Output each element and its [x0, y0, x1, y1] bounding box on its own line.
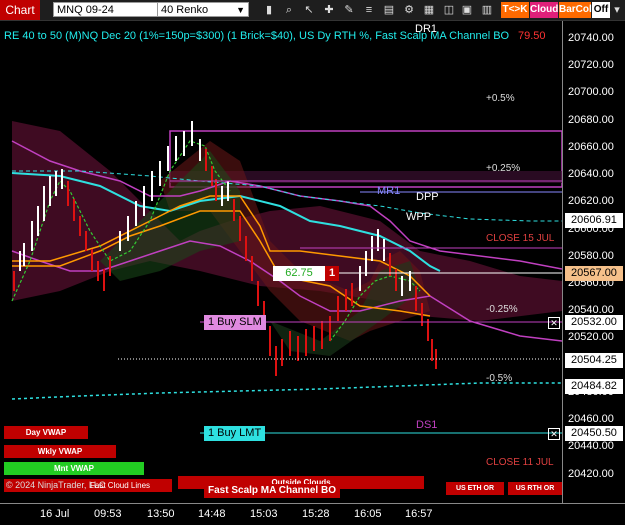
price-tick: 20700.00	[568, 86, 614, 98]
cloud-toggle-button[interactable]: Cloud	[530, 2, 558, 18]
off-toggle-button[interactable]: Off	[592, 2, 610, 18]
time-tick: 16 Jul	[40, 508, 70, 520]
layout-icon[interactable]: ▥	[480, 3, 494, 17]
neg-025-label: -0.25%	[486, 304, 518, 315]
price-tag-current: 20504.25	[565, 353, 623, 368]
properties-icon[interactable]: ≡	[362, 3, 376, 17]
neg-05-label: -0.5%	[486, 373, 513, 384]
dpp-label: DPP	[416, 191, 439, 203]
split-icon[interactable]: ◫	[442, 3, 456, 17]
mr1-label: MR1	[377, 185, 401, 197]
time-tick: 15:28	[302, 508, 330, 520]
us-rth-or-button[interactable]: US RTH OR	[508, 482, 562, 495]
time-tick: 15:03	[250, 508, 278, 520]
time-tick: 13:50	[147, 508, 175, 520]
monthly-vwap-line	[11, 382, 562, 400]
close-11jul-label: CLOSE 11 JUL	[486, 457, 554, 468]
price-tick: 20720.00	[568, 59, 614, 71]
position-qty-box[interactable]: 1	[325, 266, 339, 281]
grid-icon[interactable]: ▣	[460, 3, 474, 17]
wkly-vwap-button[interactable]: Wkly VWAP	[4, 445, 116, 458]
day-vwap-button[interactable]: Day VWAP	[4, 426, 88, 439]
mnt-vwap-button[interactable]: Mnt VWAP	[4, 462, 144, 475]
tk-toggle-button[interactable]: T<>K	[501, 2, 529, 18]
more-icon[interactable]: ▾	[611, 3, 623, 17]
price-tick: 20680.00	[568, 114, 614, 126]
strategy-icon[interactable]: ⚙	[402, 3, 416, 17]
template-icon[interactable]: ▤	[382, 3, 396, 17]
price-tag-last: 20567.00	[565, 266, 623, 281]
chart-panel[interactable]: RE 40 to 50 (M)NQ Dec 20 (1%=150p=$300) …	[0, 21, 562, 503]
toolbar: Chart MNQ 09-24 ▼ 40 Renko ▼ ▮ ⌕ ↖ ✚ ✎ ≡…	[0, 0, 625, 21]
fast-cloud-label: Fast Cloud Lines	[90, 481, 151, 490]
fast-scalp-button[interactable]: Fast Scalp MA Channel BO	[204, 484, 340, 498]
pnl-value-box[interactable]: 62.75	[273, 266, 325, 281]
price-tag-monthly-vwap: 20484.82	[565, 379, 623, 394]
zoom-icon[interactable]: ⌕	[282, 3, 296, 17]
price-tag-buy-lmt: 20450.50	[565, 426, 623, 441]
time-tick: 16:05	[354, 508, 382, 520]
bars-icon[interactable]: ▮	[262, 3, 276, 17]
chart-trader-icon[interactable]: ▦	[422, 3, 436, 17]
time-tick: 09:53	[94, 508, 122, 520]
price-tick: 20640.00	[568, 168, 614, 180]
price-tick: 20740.00	[568, 32, 614, 44]
time-tick: 16:57	[405, 508, 433, 520]
us-eth-or-button[interactable]: US ETH OR	[446, 482, 504, 495]
price-tick: 20660.00	[568, 141, 614, 153]
instrument-selector[interactable]: MNQ 09-24 ▼	[53, 2, 173, 17]
price-tick: 20460.00	[568, 413, 614, 425]
close-15jul-label: CLOSE 15 JUL	[486, 233, 555, 244]
price-tick: 20580.00	[568, 250, 614, 262]
price-tick: 20620.00	[568, 195, 614, 207]
draw-icon[interactable]: ✎	[342, 3, 356, 17]
price-tag-weekly-vwap: 20606.91	[565, 213, 623, 228]
chart-menu-button[interactable]: Chart	[0, 0, 40, 20]
bar-type-value: 40 Renko	[161, 4, 209, 16]
dr1-label: DR1	[415, 23, 438, 35]
price-axis[interactable]: 20740.00 20720.00 20700.00 20680.00 2066…	[562, 21, 625, 503]
title-right-value: 79.50	[518, 30, 546, 42]
wpp-label: WPP	[406, 211, 432, 223]
price-tick: 20440.00	[568, 440, 614, 452]
barcol-toggle-button[interactable]: BarCol	[559, 2, 592, 18]
pointer-icon[interactable]: ↖	[302, 3, 316, 17]
buy-slm-order[interactable]: 1 Buy SLM	[204, 315, 266, 330]
instrument-value: MNQ 09-24	[57, 4, 114, 16]
buy-lmt-order[interactable]: 1 Buy LMT	[204, 426, 266, 441]
pct-05-label: +0.5%	[486, 93, 515, 104]
price-tick: 20420.00	[568, 468, 614, 480]
chevron-down-icon: ▼	[236, 5, 245, 15]
price-tag-buy-slm: 20532.00	[565, 315, 623, 330]
bar-type-selector[interactable]: 40 Renko ▼	[157, 2, 249, 17]
pct-025-label: +0.25%	[486, 163, 521, 174]
time-tick: 14:48	[198, 508, 226, 520]
crosshair-icon[interactable]: ✚	[322, 3, 336, 17]
ds1-label: DS1	[416, 419, 438, 431]
cancel-slm-icon[interactable]: ✕	[548, 317, 560, 329]
time-axis[interactable]: 16 Jul 09:53 13:50 14:48 15:03 15:28 16:…	[0, 503, 625, 525]
price-tick: 20520.00	[568, 331, 614, 343]
cancel-lmt-icon[interactable]: ✕	[548, 428, 560, 440]
